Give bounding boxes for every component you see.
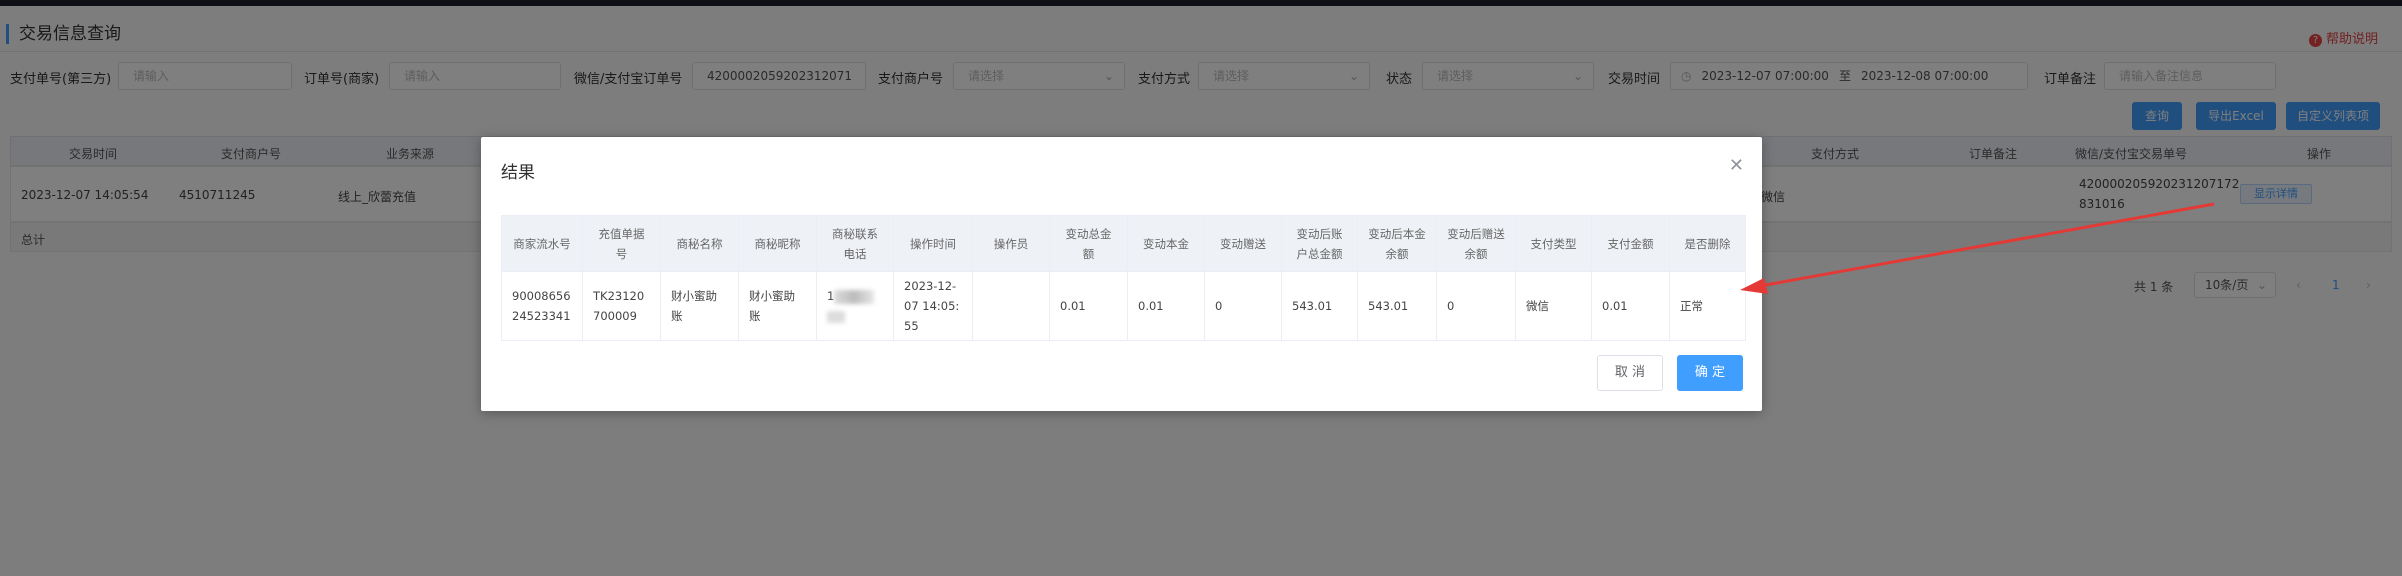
res-cell-total-after: 543.01: [1281, 271, 1358, 341]
res-header-nickname: 商秘昵称: [738, 215, 817, 272]
res-cell-recharge-no: TK23120700009: [582, 271, 661, 341]
res-cell-total-change: 0.01: [1049, 271, 1128, 341]
res-cell-serial: 9000865624523341: [501, 271, 583, 341]
res-cell-nickname: 财小蜜助账: [738, 271, 817, 341]
result-table: 商家流水号 充值单据号 商秘名称 商秘昵称 商秘联系电话 操作时间 操作员 变动…: [501, 215, 1746, 341]
res-header-pay-type: 支付类型: [1515, 215, 1592, 272]
res-header-principal-after: 变动后本金余额: [1357, 215, 1437, 272]
cancel-button[interactable]: 取 消: [1597, 355, 1663, 391]
res-cell-phone-prefix: 1: [827, 289, 835, 303]
confirm-button[interactable]: 确 定: [1677, 355, 1743, 391]
res-cell-principal-after: 543.01: [1357, 271, 1437, 341]
res-cell-op-time: 2023-12-07 14:05:55: [893, 271, 973, 341]
result-header-row: 商家流水号 充值单据号 商秘名称 商秘昵称 商秘联系电话 操作时间 操作员 变动…: [501, 215, 1746, 272]
res-header-phone: 商秘联系电话: [816, 215, 894, 272]
res-header-serial: 商家流水号: [501, 215, 583, 272]
res-cell-pay-amount: 0.01: [1591, 271, 1670, 341]
res-header-op-time: 操作时间: [893, 215, 973, 272]
res-header-pay-amount: 支付金额: [1591, 215, 1670, 272]
res-header-gift-change: 变动赠送: [1204, 215, 1282, 272]
result-dialog: 结果 ✕ 商家流水号 充值单据号 商秘名称 商秘昵称 商秘联系电话 操作时间 操…: [481, 137, 1762, 411]
res-cell-principal-change: 0.01: [1127, 271, 1205, 341]
res-cell-name: 财小蜜助账: [660, 271, 739, 341]
res-cell-gift-change: 0: [1204, 271, 1282, 341]
res-header-operator: 操作员: [972, 215, 1050, 272]
redacted-phone: [834, 289, 875, 304]
res-header-recharge-no: 充值单据号: [582, 215, 661, 272]
res-cell-deleted: 正常: [1669, 271, 1746, 341]
res-header-deleted: 是否删除: [1669, 215, 1746, 272]
res-cell-pay-type: 微信: [1515, 271, 1592, 341]
res-cell-operator: [972, 271, 1050, 341]
table-row: 9000865624523341 TK23120700009 财小蜜助账 财小蜜…: [501, 271, 1746, 341]
res-header-principal-change: 变动本金: [1127, 215, 1205, 272]
res-cell-phone: 1: [816, 271, 894, 341]
dialog-title: 结果: [501, 163, 535, 183]
close-icon[interactable]: ✕: [1729, 155, 1744, 176]
res-header-name: 商秘名称: [660, 215, 739, 272]
redacted-phone-2: [827, 310, 845, 323]
res-header-total-after: 变动后账户总金额: [1281, 215, 1358, 272]
res-cell-gift-after: 0: [1436, 271, 1516, 341]
res-header-total-change: 变动总金额: [1049, 215, 1128, 272]
res-header-gift-after: 变动后赠送余额: [1436, 215, 1516, 272]
